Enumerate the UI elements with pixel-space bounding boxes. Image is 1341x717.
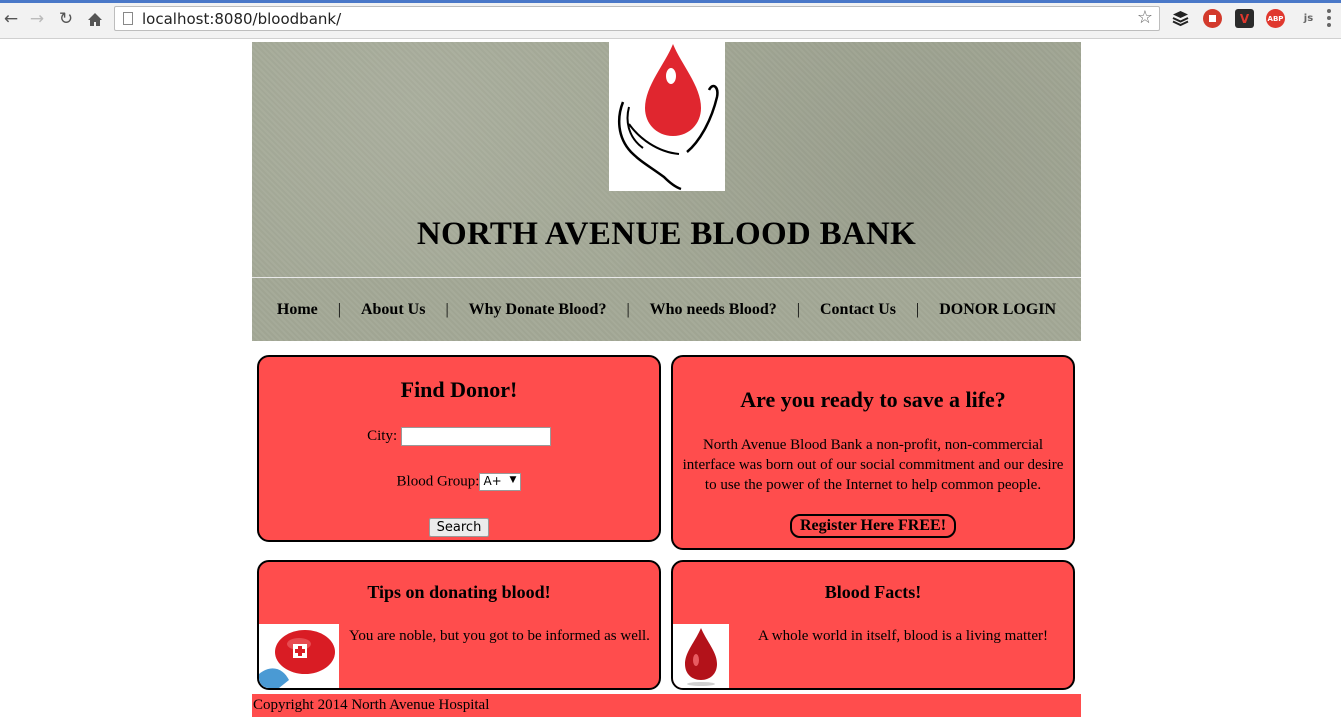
url-text: localhost:8080/bloodbank/ xyxy=(142,10,342,28)
browser-toolbar: ← → ↻ localhost:8080/bloodbank/ ☆ V ABP … xyxy=(0,0,1341,39)
adblock-plus-icon[interactable]: ABP xyxy=(1266,9,1285,28)
reload-icon[interactable]: ↻ xyxy=(55,8,77,30)
tips-panel: Tips on donating blood! You are noble, b… xyxy=(257,560,661,690)
nav-separator: | xyxy=(626,300,630,318)
nav-contact-link[interactable]: Contact Us xyxy=(820,301,896,319)
blood-bag-image xyxy=(259,624,339,688)
save-life-panel: Are you ready to save a life? North Aven… xyxy=(671,355,1075,550)
tips-text: You are noble, but you got to be informe… xyxy=(349,628,650,644)
blood-drop-hand-logo xyxy=(609,42,725,191)
site-title: NORTH AVENUE BLOOD BANK xyxy=(416,216,917,252)
dropdown-arrow-icon: ▼ xyxy=(509,475,517,485)
bookmark-star-icon[interactable]: ☆ xyxy=(1137,7,1153,28)
facts-panel: Blood Facts! A whole world in itself, bl… xyxy=(671,560,1075,690)
city-row: City: xyxy=(259,427,659,446)
search-button[interactable]: Search xyxy=(428,518,490,537)
nav-who-needs-link[interactable]: Who needs Blood? xyxy=(650,301,777,319)
js-icon[interactable]: js xyxy=(1299,9,1318,28)
page-footer: Copyright 2014 North Avenue Hospital xyxy=(252,694,1081,717)
blood-group-select[interactable]: A+ ▼ xyxy=(479,473,522,491)
site-header: NORTH AVENUE BLOOD BANK xyxy=(252,42,1081,277)
nav-separator: | xyxy=(915,300,920,318)
stop-icon[interactable] xyxy=(1203,9,1222,28)
nav-separator: | xyxy=(796,300,800,318)
vivaldi-icon[interactable]: V xyxy=(1235,9,1254,28)
city-input[interactable] xyxy=(400,427,551,446)
copyright-text: Copyright 2014 North Avenue Hospital xyxy=(253,697,490,713)
nav-home-link[interactable]: Home xyxy=(277,301,318,319)
page-icon xyxy=(123,12,133,25)
facts-title: Blood Facts! xyxy=(824,582,922,602)
back-arrow-icon[interactable]: ← xyxy=(0,8,22,30)
nav-why-donate-link[interactable]: Why Donate Blood? xyxy=(469,301,607,319)
facts-text: A whole world in itself, blood is a livi… xyxy=(758,628,1048,644)
tips-title: Tips on donating blood! xyxy=(367,582,551,602)
page-container: NORTH AVENUE BLOOD BANK Home | About Us … xyxy=(252,42,1081,341)
address-bar[interactable]: localhost:8080/bloodbank/ ☆ xyxy=(114,6,1160,31)
search-row: Search xyxy=(259,518,659,537)
blood-group-row: Blood Group: A+ ▼ xyxy=(259,473,659,491)
forward-arrow-icon[interactable]: → xyxy=(26,8,48,30)
main-nav: Home | About Us | Why Donate Blood? | Wh… xyxy=(252,278,1081,341)
nav-about-link[interactable]: About Us xyxy=(361,301,425,319)
blood-group-label: Blood Group: xyxy=(396,473,480,490)
blood-drop-image xyxy=(673,624,729,688)
browser-top-strip xyxy=(0,0,1341,3)
buffer-icon[interactable] xyxy=(1171,9,1190,28)
nav-separator: | xyxy=(445,300,449,318)
save-life-text: North Avenue Blood Bank a non-profit, no… xyxy=(682,437,1064,493)
save-life-title: Are you ready to save a life? xyxy=(740,387,1006,412)
find-donor-title: Find Donor! xyxy=(400,377,518,402)
home-icon[interactable] xyxy=(84,8,106,30)
nav-separator: | xyxy=(337,300,341,318)
register-button[interactable]: Register Here FREE! xyxy=(790,514,956,538)
city-label: City: xyxy=(367,427,398,444)
find-donor-panel: Find Donor! City: Blood Group: A+ ▼ Search xyxy=(257,355,661,542)
nav-donor-login-link[interactable]: DONOR LOGIN xyxy=(939,301,1056,319)
chrome-menu-icon[interactable] xyxy=(1327,9,1331,27)
blood-group-value: A+ xyxy=(483,474,502,488)
